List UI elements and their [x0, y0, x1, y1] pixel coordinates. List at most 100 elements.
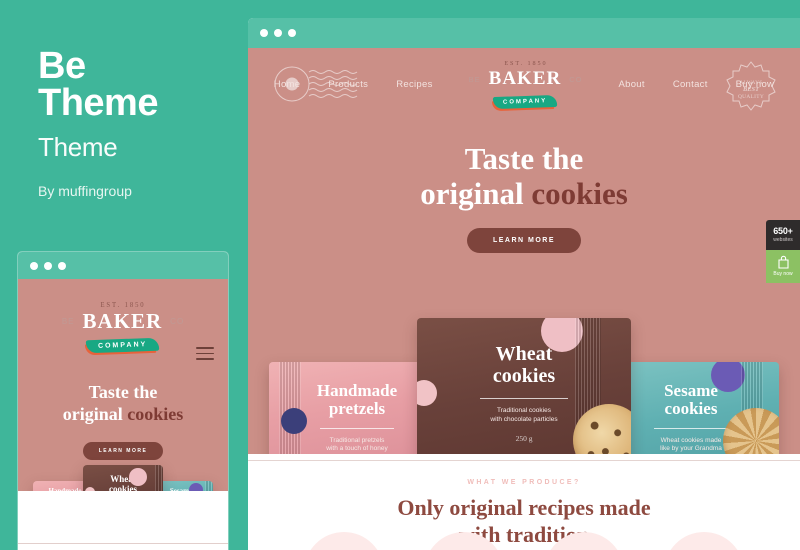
pack-blob-decor: [129, 468, 147, 486]
headline-line-1: Taste the: [464, 141, 584, 176]
logo-right-mark: CO: [569, 74, 583, 84]
nav-item-contact[interactable]: Contact: [659, 79, 722, 90]
theme-title-line-1: Be: [38, 45, 86, 87]
headline-line-2: original cookies: [18, 404, 228, 426]
theme-subtitle: Theme: [38, 132, 118, 163]
pack-ridges: [205, 481, 213, 491]
websites-count-label: websites: [773, 237, 793, 243]
pack-quality-seal-icon: [281, 408, 307, 434]
what-we-produce-section: WHAT WE PRODUCE? Only original recipes m…: [248, 454, 800, 550]
headline-line-2: original cookies: [248, 175, 800, 212]
product-circle-1[interactable]: [304, 532, 384, 550]
pack-desc-line-2: like by your Grandma: [660, 445, 722, 453]
hero-cta-wrap: LEARN MORE: [248, 228, 800, 254]
logo-ribbon-text: COMPANY: [86, 337, 160, 354]
logo-main-row: BE BAKER CO: [469, 68, 583, 90]
mobile-hamburger-menu-icon[interactable]: [196, 343, 214, 364]
theme-meta: Be Theme Theme By muffingroup: [0, 0, 248, 200]
section-eyebrow: WHAT WE PRODUCE?: [467, 479, 581, 486]
mobile-section-divider: [18, 543, 228, 544]
pack-title-line-1: Handmade: [316, 381, 398, 400]
pack-blob-decor: [189, 483, 203, 491]
nav-group-left: Home Products Recipes: [260, 79, 447, 90]
nav-item-recipes[interactable]: Recipes: [382, 79, 446, 90]
websites-count-badge[interactable]: 650+ websites: [766, 220, 800, 250]
logo-ribbon-wrap: COMPANY: [469, 90, 583, 110]
theme-info-panel: Be Theme Theme By muffingroup EST. 1850 …: [0, 0, 248, 550]
chrome-dot-close-icon: [260, 29, 268, 37]
product-circle-3[interactable]: [544, 532, 624, 550]
logo-left-mark: BE: [468, 74, 481, 84]
product-circle-2[interactable]: [424, 532, 504, 550]
pack-title-line-2: cookies: [492, 364, 556, 387]
chrome-dot-minimize-icon: [274, 29, 282, 37]
pack-desc-line-1: Traditional pretzels: [329, 436, 385, 444]
nav-item-home[interactable]: Home: [260, 79, 315, 90]
desktop-hero-section: ALWAYS BEST QUALITY Home Products Recipe…: [248, 48, 800, 454]
logo-main-row: BE BAKER CO: [18, 309, 228, 334]
logo-ribbon-text: COMPANY: [493, 94, 558, 110]
pack-quality-seal-icon: [85, 487, 95, 491]
mobile-learn-more-button[interactable]: LEARN MORE: [82, 442, 164, 461]
headline-word-cookies: cookies: [127, 403, 184, 424]
desktop-browser-chrome: [248, 18, 800, 48]
chrome-dot-minimize-icon: [44, 261, 52, 270]
pack-desc-line-1: Traditional cookies: [497, 407, 551, 415]
theme-title-line-2: Theme: [38, 82, 158, 125]
mobile-product-packs: Handmade pretzels Traditional pretzels 2…: [18, 465, 228, 491]
headline-word-cookies: cookies: [531, 175, 628, 211]
mobile-site-logo[interactable]: EST. 1850 BE BAKER CO COMPANY: [18, 279, 228, 354]
nav-group-right: About Contact Buy now: [604, 79, 788, 90]
nav-item-products[interactable]: Products: [314, 79, 382, 90]
headline-word-original: original: [62, 403, 128, 424]
desktop-preview-mockup[interactable]: ALWAYS BEST QUALITY Home Products Recipe…: [248, 18, 800, 550]
pack-ridges: [155, 465, 163, 491]
pack-desc-line-1: Wheat cookies made: [660, 436, 722, 444]
pack-desc-line-2: with chocolate particles: [490, 415, 558, 423]
mobile-content-section: [18, 491, 228, 550]
section-divider: [248, 460, 800, 461]
site-navigation[interactable]: Home Products Recipes EST. 1850 BE BAKER…: [248, 48, 800, 120]
pack-divider: [654, 427, 728, 429]
headline-word-original: original: [420, 175, 532, 211]
nav-item-buy-now[interactable]: Buy now: [722, 79, 789, 90]
pack-desc-line-2: with a touch of honey: [326, 445, 388, 453]
learn-more-button[interactable]: LEARN MORE: [466, 228, 582, 254]
logo-est-text: EST. 1850: [504, 60, 548, 67]
site-logo[interactable]: EST. 1850 BE BAKER CO COMPANY: [447, 60, 605, 110]
logo-left-mark: BE: [61, 317, 75, 326]
theme-title: Be Theme: [38, 45, 248, 125]
mobile-hero-section: EST. 1850 BE BAKER CO COMPANY Taste the: [18, 279, 228, 491]
nav-item-about[interactable]: About: [604, 79, 658, 90]
logo-est-text: EST. 1850: [100, 301, 146, 309]
product-packs-row: Handmade pretzels Traditional pretzels w…: [248, 318, 800, 454]
websites-count-value: 650+: [773, 226, 793, 236]
buy-now-label: Buy now: [773, 271, 793, 277]
mobile-cta-wrap: LEARN MORE: [18, 439, 228, 461]
chrome-dot-maximize-icon: [58, 261, 66, 270]
mobile-hero-headline: Taste the original cookies: [18, 382, 228, 425]
logo-brand-name: BAKER: [82, 309, 163, 333]
product-circles-row: [248, 532, 800, 550]
pack-title-line-2: cookies: [664, 399, 718, 419]
pack-title: Wheat cookies: [83, 465, 163, 491]
product-circle-4[interactable]: [664, 532, 744, 550]
section-title-line-1: Only original recipes made: [397, 495, 651, 520]
mobile-preview-mockup[interactable]: EST. 1850 BE BAKER CO COMPANY Taste the: [18, 252, 228, 550]
logo-brand-name: BAKER: [488, 68, 562, 89]
hamburger-line-2: [196, 352, 214, 355]
product-pack-wheat-cookies[interactable]: Wheat cookies Traditional cookies with c…: [417, 318, 631, 454]
pack-title-line-1: Wheat: [495, 343, 553, 365]
theme-author: By muffingroup: [38, 183, 132, 200]
mobile-browser-chrome: [18, 252, 228, 279]
pack-title-line-2: pretzels: [328, 399, 386, 419]
pack-quality-seal-icon: [417, 380, 437, 406]
sticky-side-buttons: 650+ websites Buy now: [766, 220, 800, 283]
chrome-dot-maximize-icon: [288, 29, 296, 37]
buy-now-button[interactable]: Buy now: [766, 250, 800, 283]
pack-title-line-1: Handmade: [48, 487, 82, 491]
hero-headline: Taste the original cookies: [248, 141, 800, 212]
product-pack-wheat-cookies[interactable]: Wheat cookies Traditional cookies 250 g: [83, 465, 163, 491]
logo-right-mark: CO: [170, 317, 185, 326]
chrome-dot-close-icon: [30, 261, 38, 270]
